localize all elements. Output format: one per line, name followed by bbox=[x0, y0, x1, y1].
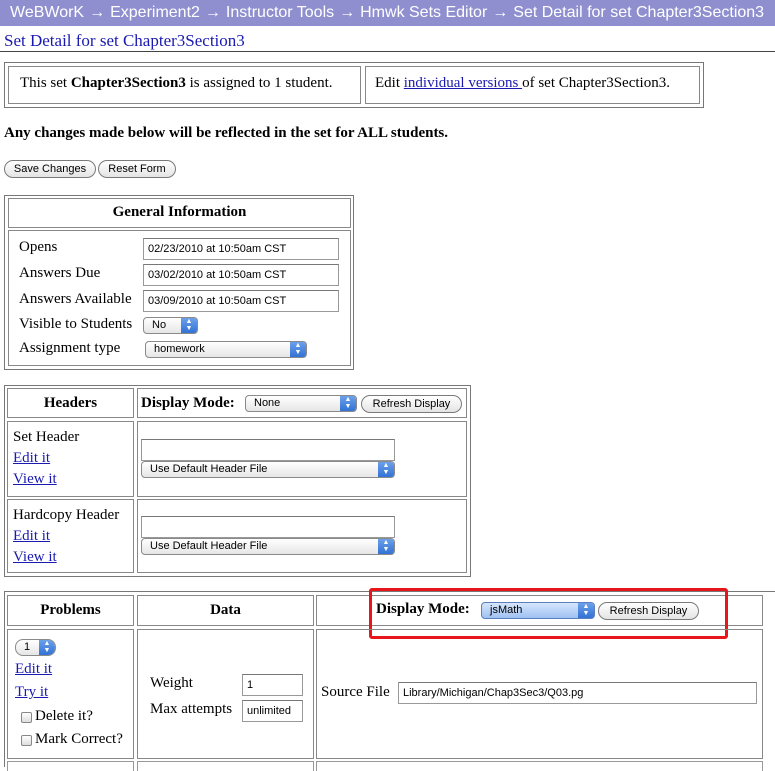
set-header-label: Set Header bbox=[13, 429, 80, 445]
weight-label: Weight bbox=[150, 675, 193, 691]
headers-display-mode-value: None bbox=[254, 397, 281, 409]
mark-correct-checkbox[interactable] bbox=[21, 735, 32, 746]
assignment-type-select[interactable]: homework ▲ ▼ bbox=[145, 341, 307, 358]
next-problem-source-cell bbox=[316, 761, 763, 771]
opens-label: Opens bbox=[19, 239, 58, 255]
hardcopy-header-file-value: Use Default Header File bbox=[150, 540, 268, 552]
breadcrumb-webwork[interactable]: WeBWorK bbox=[10, 4, 84, 21]
breadcrumb-current: Set Detail for set Chapter3Section3 bbox=[513, 4, 765, 21]
select-arrows-icon: ▲ ▼ bbox=[181, 318, 197, 333]
headers-title-cell: Headers bbox=[7, 388, 134, 418]
max-attempts-label: Max attempts bbox=[150, 701, 233, 717]
problems-title-cell: Problems bbox=[7, 595, 134, 626]
individual-versions-text: Edit individual versions of set Chapter3… bbox=[375, 75, 670, 91]
source-file-input[interactable]: Library/Michigan/Chap3Sec3/Q03.pg bbox=[398, 682, 757, 704]
answers-due-input[interactable]: 03/02/2010 at 10:50am CST bbox=[143, 264, 339, 286]
problem-edit-link[interactable]: Edit it bbox=[15, 661, 52, 678]
set-header-edit-link[interactable]: Edit it bbox=[13, 450, 50, 467]
breadcrumb-separator: → bbox=[204, 4, 221, 21]
breadcrumb-course[interactable]: Experiment2 bbox=[110, 4, 200, 21]
delete-checkbox[interactable] bbox=[21, 712, 32, 723]
set-header-file-value: Use Default Header File bbox=[150, 463, 268, 475]
individual-versions-link[interactable]: individual versions bbox=[404, 75, 522, 91]
breadcrumb-sets-editor[interactable]: Hmwk Sets Editor bbox=[360, 4, 487, 21]
set-header-input-cell: Use Default Header File ▲ ▼ bbox=[137, 421, 467, 497]
breadcrumb-separator: → bbox=[339, 4, 356, 21]
next-problem-row-cell bbox=[7, 761, 134, 771]
warning-text: Any changes made below will be reflected… bbox=[4, 125, 449, 141]
problem-number-value: 1 bbox=[24, 641, 31, 653]
breadcrumb-instructor-tools[interactable]: Instructor Tools bbox=[226, 4, 334, 21]
select-arrows-icon: ▲ ▼ bbox=[290, 342, 306, 357]
save-changes-button[interactable]: Save Changes bbox=[4, 160, 96, 178]
headers-display-mode-select[interactable]: None ▲ ▼ bbox=[245, 395, 357, 412]
problem-data-cell: Weight 1 Max attempts unlimited bbox=[137, 629, 314, 759]
problem-try-link[interactable]: Try it bbox=[15, 684, 48, 701]
set-header-path-input[interactable] bbox=[141, 439, 395, 461]
hardcopy-header-name-cell: Hardcopy Header Edit it View it bbox=[7, 499, 134, 573]
problem-controls-cell: 1 ▲ ▼ Edit it Try it Delete it? Mark Corre… bbox=[7, 629, 134, 759]
hardcopy-header-edit-link[interactable]: Edit it bbox=[13, 528, 50, 545]
problem-source-cell: Source File Library/Michigan/Chap3Sec3/Q… bbox=[316, 629, 763, 759]
select-arrows-icon: ▲ ▼ bbox=[378, 462, 394, 477]
hardcopy-header-path-input[interactable] bbox=[141, 516, 395, 538]
weight-input[interactable]: 1 bbox=[242, 674, 303, 696]
set-header-file-select[interactable]: Use Default Header File ▲ ▼ bbox=[141, 461, 395, 478]
breadcrumb: WeBWorK → Experiment2 → Instructor Tools → Hmw… bbox=[0, 0, 775, 26]
breadcrumb-separator: → bbox=[492, 4, 509, 21]
headers-refresh-display-button[interactable]: Refresh Display bbox=[361, 395, 462, 413]
individual-versions-cell: Edit individual versions of set Chapter3… bbox=[365, 66, 700, 104]
headers-title: Headers bbox=[43, 395, 98, 411]
data-title-cell: Data bbox=[137, 595, 314, 626]
answers-available-input[interactable]: 03/09/2010 at 10:50am CST bbox=[143, 290, 339, 312]
visible-to-students-select[interactable]: No ▲ ▼ bbox=[143, 317, 198, 334]
hardcopy-header-view-link[interactable]: View it bbox=[13, 549, 57, 566]
set-header-view-link[interactable]: View it bbox=[13, 471, 57, 488]
title-divider bbox=[0, 51, 775, 52]
headers-display-mode-label: Display Mode: bbox=[141, 395, 235, 411]
assignment-type-label: Assignment type bbox=[19, 340, 121, 356]
answers-available-label: Answers Available bbox=[19, 291, 132, 307]
general-info-body: Opens 02/23/2010 at 10:50am CST Answers … bbox=[8, 230, 351, 366]
reset-form-button[interactable]: Reset Form bbox=[98, 160, 176, 178]
select-arrows-icon: ▲ ▼ bbox=[378, 539, 394, 554]
visible-value: No bbox=[152, 319, 167, 331]
hardcopy-header-file-select[interactable]: Use Default Header File ▲ ▼ bbox=[141, 538, 395, 555]
max-attempts-input[interactable]: unlimited bbox=[242, 700, 303, 722]
visible-to-students-label: Visible to Students bbox=[19, 316, 133, 332]
select-arrows-icon: ▲ ▼ bbox=[340, 396, 356, 411]
opens-date-input[interactable]: 02/23/2010 at 10:50am CST bbox=[143, 238, 339, 260]
breadcrumb-separator: → bbox=[89, 4, 106, 21]
general-info-title: General Information bbox=[112, 204, 247, 220]
problem-number-select[interactable]: 1 ▲ ▼ bbox=[15, 639, 56, 656]
set-header-name-cell: Set Header Edit it View it bbox=[7, 421, 134, 497]
headers-display-mode-cell: Display Mode: None ▲ ▼ Refresh Display bbox=[137, 388, 467, 418]
problems-title: Problems bbox=[40, 602, 101, 618]
select-arrows-icon: ▲ ▼ bbox=[39, 640, 55, 655]
assigned-count-cell: This set Chapter3Section3 is assigned to… bbox=[8, 66, 361, 104]
page-title: Set Detail for set Chapter3Section3 bbox=[4, 31, 245, 50]
hardcopy-header-label: Hardcopy Header bbox=[13, 507, 120, 523]
next-problem-data-cell bbox=[137, 761, 314, 771]
source-file-label: Source File bbox=[321, 684, 390, 700]
hardcopy-header-input-cell: Use Default Header File ▲ ▼ bbox=[137, 499, 467, 573]
general-info-header: General Information bbox=[8, 198, 351, 228]
mark-correct-label: Mark Correct? bbox=[35, 731, 123, 747]
answers-due-label: Answers Due bbox=[19, 265, 101, 281]
delete-label: Delete it? bbox=[35, 708, 93, 724]
assigned-count-text: This set Chapter3Section3 is assigned to… bbox=[20, 75, 333, 91]
data-title: Data bbox=[210, 602, 241, 618]
assignment-type-value: homework bbox=[154, 343, 205, 355]
